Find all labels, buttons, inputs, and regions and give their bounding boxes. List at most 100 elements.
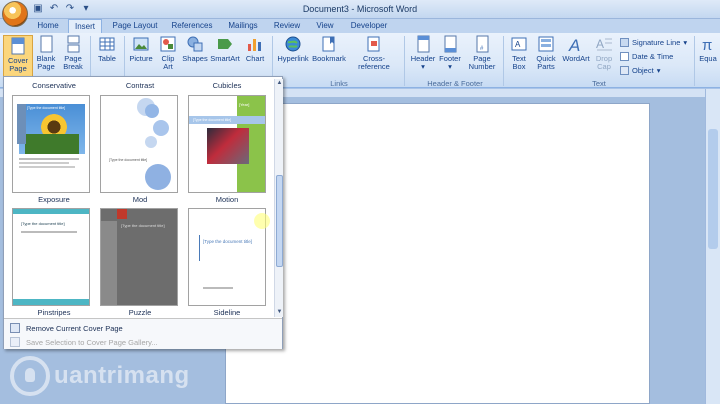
- thumb-title-text: [Type the document title]: [21, 221, 65, 226]
- mouse-cursor-highlight: [254, 213, 270, 229]
- title-bar: ▣ ↶ ↷ ▾ Document3 - Microsoft Word: [0, 0, 720, 19]
- quick-parts-button[interactable]: Quick Parts: [532, 35, 560, 71]
- blank-page-button[interactable]: Blank Page: [34, 35, 58, 71]
- svg-text:A: A: [515, 40, 521, 49]
- cover-thumb-pinstripes[interactable]: [Type the document title]: [12, 208, 90, 306]
- bookmark-icon: [322, 36, 335, 52]
- svg-text:A: A: [568, 36, 580, 53]
- gallery-label-cubicles[interactable]: Cubicles: [187, 81, 267, 90]
- bookmark-button[interactable]: Bookmark: [312, 35, 346, 63]
- blank-page-icon: [40, 35, 53, 53]
- save-selection-icon: [10, 337, 20, 347]
- calendar-icon: [620, 52, 629, 61]
- page-number-icon: #: [476, 35, 489, 53]
- drop-cap-icon: A: [596, 37, 612, 51]
- shapes-button[interactable]: Shapes: [182, 35, 208, 63]
- lightbulb-icon: [10, 356, 50, 396]
- scroll-down-icon[interactable]: ▼: [276, 309, 283, 316]
- cover-thumb-mod[interactable]: [Type the document title]: [100, 95, 178, 193]
- gallery-label-motion[interactable]: Motion: [187, 195, 267, 204]
- train-image: [207, 128, 249, 164]
- footer-icon: [444, 35, 457, 53]
- ribbon-separator: [404, 36, 405, 86]
- header-icon: [417, 35, 430, 53]
- gallery-label-exposure[interactable]: Exposure: [14, 195, 94, 204]
- cover-thumb-puzzle[interactable]: [Type the document title]: [100, 208, 178, 306]
- date-time-button[interactable]: Date & Time: [620, 52, 673, 61]
- object-button[interactable]: Object ▾: [620, 66, 660, 75]
- footer-button[interactable]: Footer ▾: [436, 35, 464, 71]
- gallery-label-mod[interactable]: Mod: [100, 195, 180, 204]
- page-number-button[interactable]: # Page Number: [464, 35, 500, 71]
- office-button[interactable]: [2, 1, 28, 27]
- shapes-icon: [187, 36, 203, 52]
- tab-mailings[interactable]: Mailings: [222, 19, 264, 33]
- object-icon: [620, 66, 629, 75]
- tab-home[interactable]: Home: [30, 19, 66, 33]
- tab-developer[interactable]: Developer: [346, 19, 392, 33]
- gallery-label-puzzle[interactable]: Puzzle: [100, 308, 180, 317]
- scrollbar-thumb[interactable]: [708, 129, 718, 249]
- cover-thumb-motion[interactable]: [Year] [Type the document title]: [188, 95, 266, 193]
- ribbon-separator: [694, 36, 695, 86]
- remove-cover-page-item[interactable]: Remove Current Cover Page: [10, 323, 123, 333]
- wordart-button[interactable]: A WordArt: [560, 35, 592, 63]
- chart-icon: [248, 39, 261, 51]
- header-button[interactable]: Header ▾: [408, 35, 438, 71]
- clip-art-icon: [160, 36, 176, 52]
- thumb-title-text: [Type the document title]: [203, 239, 253, 244]
- thumb-year-text: [Year]: [239, 102, 250, 107]
- ribbon-tabs: Home Insert Page Layout References Maili…: [0, 19, 720, 33]
- vertical-scrollbar[interactable]: [705, 89, 720, 404]
- gallery-scrollbar[interactable]: ▲ ▼: [274, 79, 283, 317]
- window-title: Document3 - Microsoft Word: [302, 4, 418, 14]
- tab-insert[interactable]: Insert: [68, 19, 102, 33]
- thumb-title-text: [Type the document title]: [109, 158, 148, 162]
- thumb-title-text: [Type the document title]: [121, 223, 165, 228]
- table-button[interactable]: Table: [94, 35, 120, 63]
- gallery-label-pinstripes[interactable]: Pinstripes: [14, 308, 94, 317]
- signature-line-button[interactable]: Signature Line ▾: [620, 38, 687, 47]
- tab-review[interactable]: Review: [268, 19, 306, 33]
- picture-icon: [133, 37, 149, 51]
- text-box-icon: A: [511, 37, 527, 51]
- scroll-up-icon[interactable]: ▲: [276, 80, 283, 87]
- cover-thumb-exposure[interactable]: [Type the document title]: [12, 95, 90, 193]
- picture-button[interactable]: Picture: [128, 35, 154, 63]
- page-break-button[interactable]: Page Break: [60, 35, 86, 71]
- remove-page-icon: [10, 323, 20, 333]
- gallery-scrollbar-thumb[interactable]: [276, 175, 283, 267]
- gallery-label-sideline[interactable]: Sideline: [187, 308, 267, 317]
- gallery-label-conservative[interactable]: Conservative: [14, 81, 94, 90]
- ribbon-separator: [503, 36, 504, 86]
- clip-art-button[interactable]: Clip Art: [158, 35, 178, 71]
- group-label-links: Links: [330, 79, 348, 88]
- drop-cap-button[interactable]: A Drop Cap: [592, 35, 616, 71]
- smartart-icon: [218, 39, 232, 49]
- hyperlink-button[interactable]: Hyperlink: [276, 35, 310, 63]
- chart-button[interactable]: Chart: [243, 35, 267, 63]
- watermark-text: uantrimang: [54, 362, 190, 389]
- tab-page-layout[interactable]: Page Layout: [108, 19, 162, 33]
- document-page[interactable]: [225, 103, 650, 404]
- thumb-title-text: [Type the document title]: [27, 106, 66, 110]
- tab-references[interactable]: References: [166, 19, 218, 33]
- gallery-menu: Remove Current Cover Page Save Selection…: [4, 318, 282, 349]
- group-label-header-footer: Header & Footer: [427, 79, 483, 88]
- save-selection-item[interactable]: Save Selection to Cover Page Gallery...: [10, 337, 158, 347]
- table-icon: [99, 37, 115, 51]
- cover-page-gallery: Conservative Contrast Cubicles [Type the…: [3, 76, 283, 349]
- cover-page-icon: [11, 37, 25, 55]
- gallery-label-contrast[interactable]: Contrast: [100, 81, 180, 90]
- watermark: uantrimang: [10, 356, 190, 396]
- smartart-button[interactable]: SmartArt: [210, 35, 240, 63]
- text-box-button[interactable]: A Text Box: [506, 35, 532, 71]
- pi-icon: π: [702, 37, 712, 53]
- signature-icon: [620, 38, 629, 47]
- equation-button[interactable]: π Equa: [697, 35, 719, 63]
- cover-page-button[interactable]: Cover Page: [3, 35, 33, 77]
- cross-reference-button[interactable]: Cross-reference: [348, 35, 400, 71]
- group-label-text: Text: [592, 79, 606, 88]
- quick-parts-icon: [538, 36, 554, 52]
- tab-view[interactable]: View: [310, 19, 340, 33]
